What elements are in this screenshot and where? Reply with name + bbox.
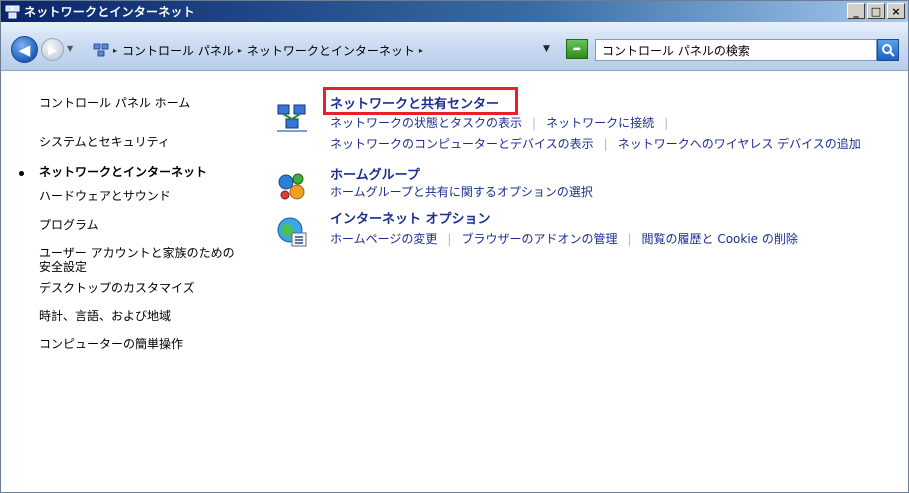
homegroup-link[interactable]: ホームグループ	[330, 168, 420, 184]
maximize-button[interactable]: □	[867, 3, 885, 19]
sidebar-item-user-accounts-line2[interactable]: 安全設定	[39, 260, 87, 275]
sidebar-item-hardware-sound[interactable]: ハードウェアとサウンド	[39, 189, 171, 204]
sidebar-item-system-security[interactable]: システムとセキュリティ	[39, 135, 170, 150]
address-history-dropdown[interactable]: ▼	[543, 44, 550, 54]
sidebar-item-user-accounts[interactable]: ユーザー アカウントと家族のための	[39, 246, 235, 261]
view-network-computers-link[interactable]: ネットワークのコンピューターとデバイスの表示	[330, 137, 594, 152]
breadcrumb-network-internet[interactable]: ▸ ネットワークとインターネット	[238, 42, 415, 59]
address-bar[interactable]: ▸ コントロール パネル ▸ ネットワークとインターネット ▸	[81, 39, 561, 61]
link-separator: |	[532, 116, 537, 130]
search-icon	[882, 44, 895, 57]
search-button[interactable]	[877, 39, 899, 61]
network-sharing-icon	[277, 104, 307, 132]
control-panel-icon	[93, 43, 109, 57]
network-sharing-links-row2: ネットワークのコンピューターとデバイスの表示 | ネットワークへのワイヤレス デ…	[330, 137, 861, 152]
content-pane: コントロール パネル ホーム システムとセキュリティ ネットワークとインターネッ…	[1, 72, 908, 492]
link-separator: |	[603, 137, 608, 151]
internet-options-link[interactable]: インターネット オプション	[330, 212, 491, 228]
breadcrumb-subitems-dropdown[interactable]: ▸	[419, 46, 428, 55]
window-title: ネットワークとインターネット	[24, 5, 195, 19]
arrow-left-icon: ◀	[18, 40, 31, 59]
manage-addons-link[interactable]: ブラウザーのアドオンの管理	[461, 232, 617, 247]
title-bar[interactable]: ネットワークとインターネット _ □ ×	[1, 1, 908, 22]
connect-to-network-link[interactable]: ネットワークに接続	[546, 116, 654, 131]
internet-options-links-row1: ホームページの変更 | ブラウザーのアドオンの管理 | 閲覧の履歴と Cooki…	[330, 232, 798, 247]
network-sharing-links-row1: ネットワークの状態とタスクの表示 | ネットワークに接続 |	[330, 116, 678, 131]
chevron-right-icon: ▸	[237, 45, 242, 55]
add-wireless-device-link[interactable]: ネットワークへのワイヤレス デバイスの追加	[618, 137, 861, 152]
minimize-button[interactable]: _	[847, 3, 865, 19]
active-bullet	[19, 171, 24, 176]
breadcrumb-control-panel[interactable]: ▸ コントロール パネル	[113, 42, 234, 59]
link-separator: |	[447, 232, 452, 246]
chevron-right-icon: ▸	[418, 45, 423, 55]
internet-options-icon	[277, 217, 307, 247]
link-separator: |	[664, 116, 669, 130]
chevron-right-icon: ▸	[113, 45, 118, 55]
arrow-right-icon: ▶	[47, 42, 58, 57]
address-toolbar: ◀ ▶ ▼ ▸ コントロール パネル ▸ ネットワークとインターネット ▸ ▼ …	[1, 22, 908, 71]
back-button[interactable]: ◀	[11, 36, 38, 63]
homegroup-sharing-options-link[interactable]: ホームグループと共有に関するオプションの選択	[330, 185, 593, 200]
homegroup-links-row1: ホームグループと共有に関するオプションの選択	[330, 185, 593, 200]
sidebar-item-network-internet[interactable]: ネットワークとインターネット	[39, 165, 207, 180]
change-homepage-link[interactable]: ホームページの変更	[330, 232, 437, 247]
sidebar-item-appearance[interactable]: デスクトップのカスタマイズ	[39, 281, 195, 296]
sidebar-item-control-panel-home[interactable]: コントロール パネル ホーム	[39, 96, 190, 111]
delete-history-cookies-link[interactable]: 閲覧の履歴と Cookie の削除	[642, 232, 798, 247]
refresh-icon: ➦	[572, 43, 582, 55]
network-window-icon	[5, 5, 20, 19]
sidebar-item-clock-language-region[interactable]: 時計、言語、および地域	[39, 309, 171, 324]
sidebar-item-programs[interactable]: プログラム	[39, 218, 99, 233]
control-panel-window: ネットワークとインターネット _ □ × ◀ ▶ ▼ ▸ コントロール パネル …	[0, 0, 909, 493]
recent-pages-dropdown[interactable]: ▼	[67, 44, 73, 53]
network-sharing-center-link[interactable]: ネットワークと共有センター	[330, 97, 499, 113]
close-button[interactable]: ×	[887, 3, 905, 19]
sidebar-item-ease-of-access[interactable]: コンピューターの簡単操作	[39, 337, 183, 352]
forward-button[interactable]: ▶	[41, 38, 64, 61]
search-input[interactable]: コントロール パネルの検索	[595, 39, 877, 61]
link-separator: |	[627, 232, 632, 246]
homegroup-icon	[278, 173, 305, 200]
view-network-status-link[interactable]: ネットワークの状態とタスクの表示	[330, 116, 522, 131]
refresh-button[interactable]: ➦	[566, 39, 588, 59]
